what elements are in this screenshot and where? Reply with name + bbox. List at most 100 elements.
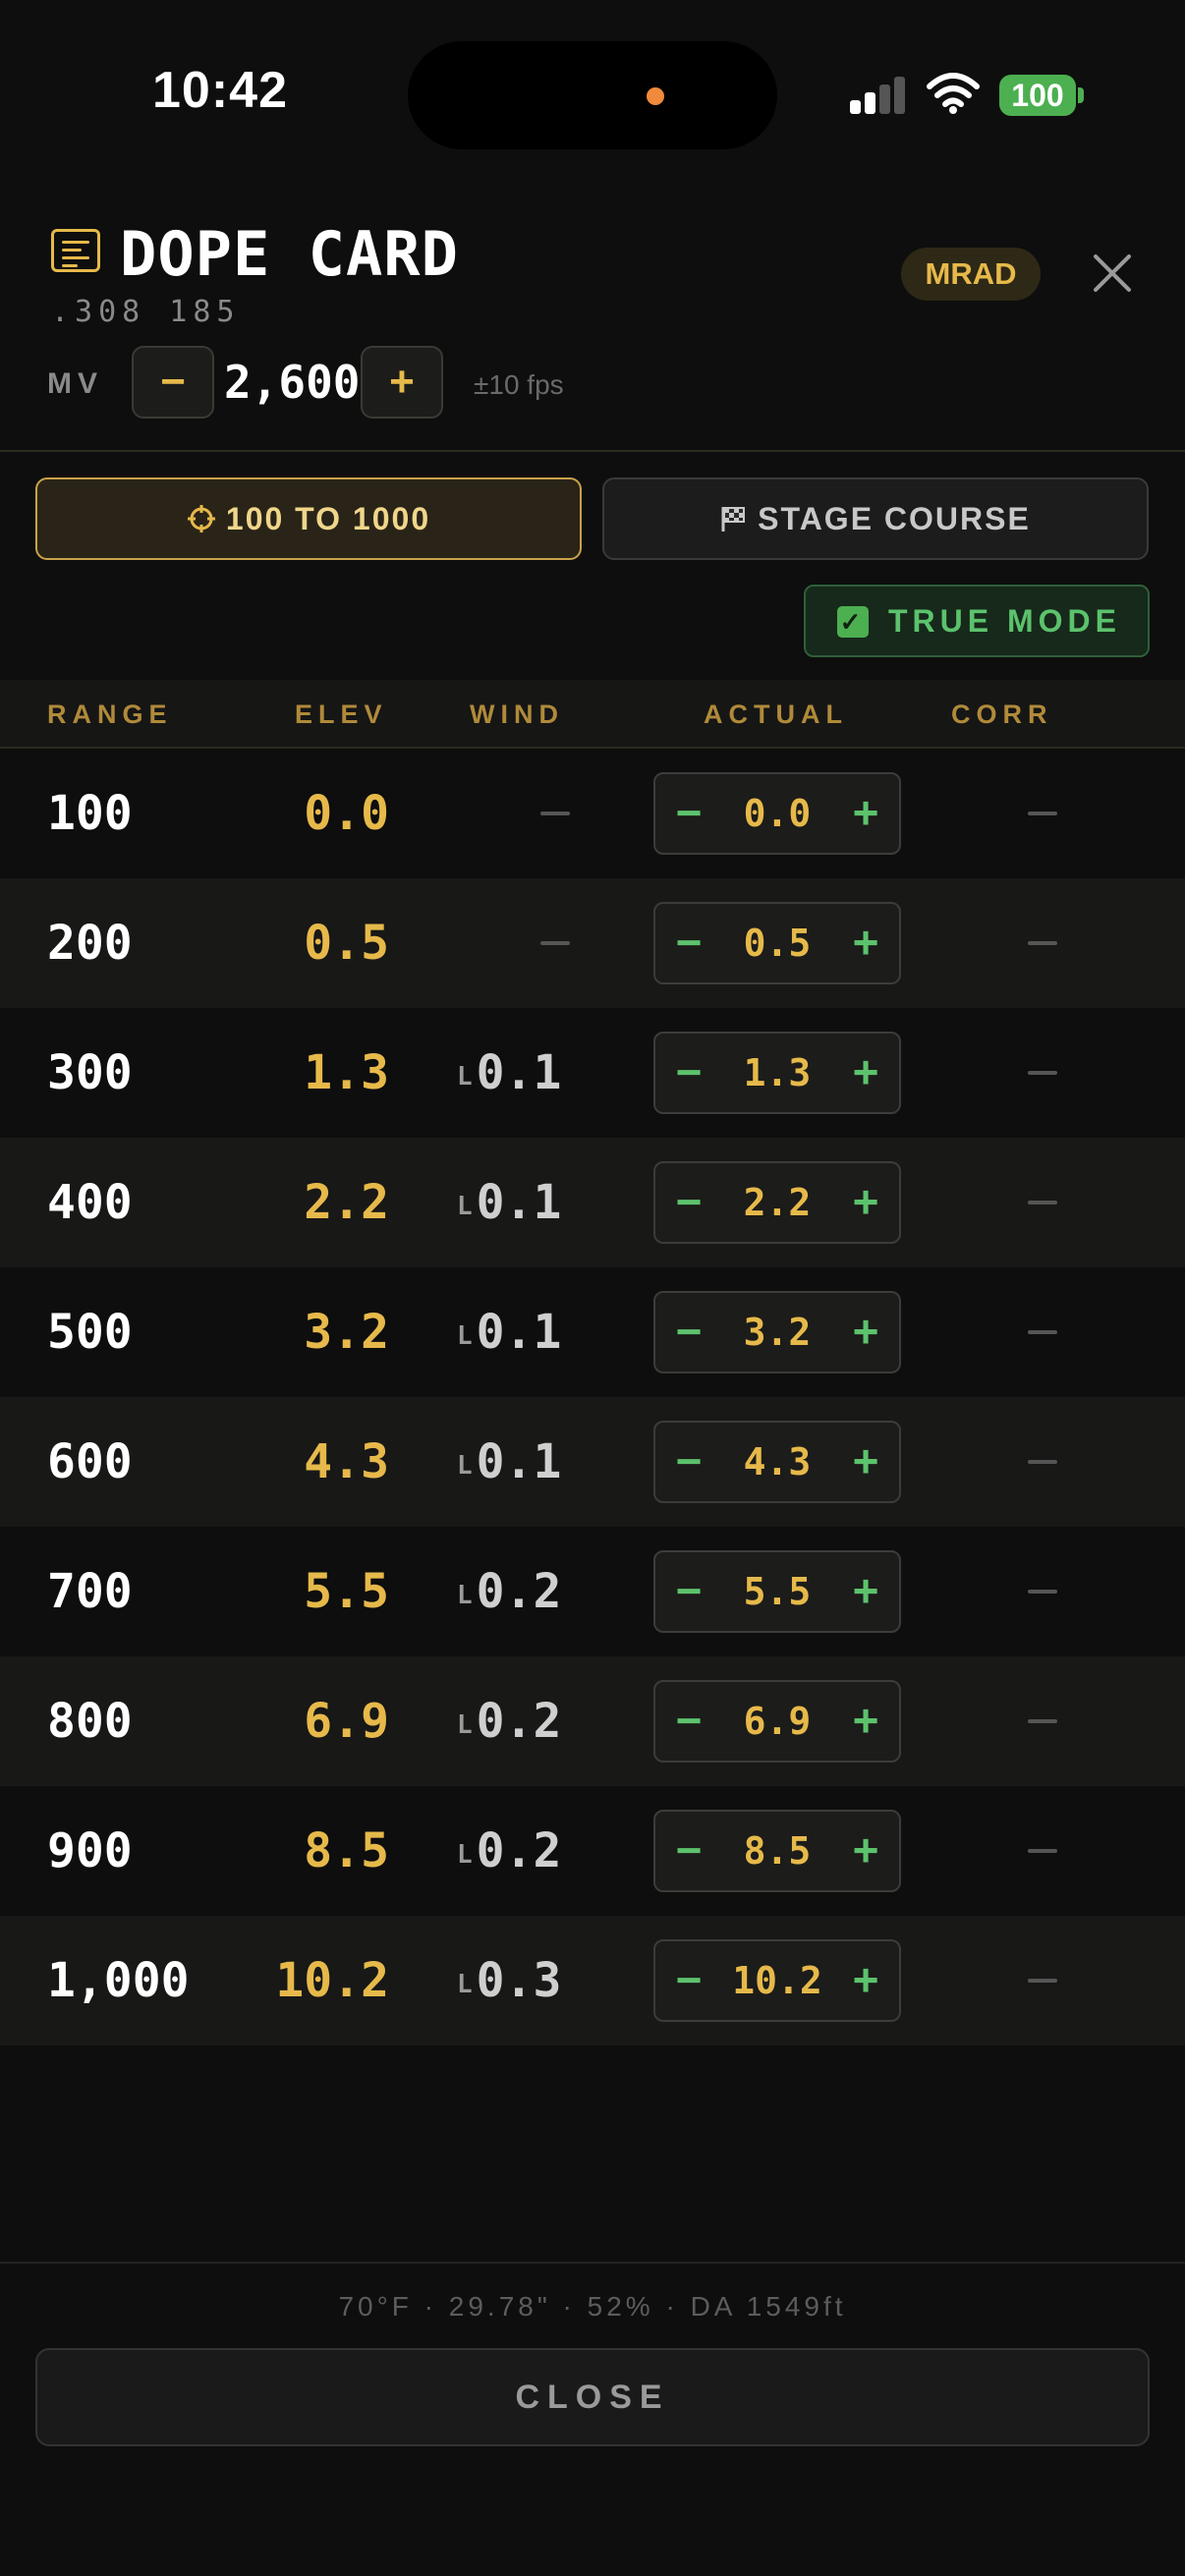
stage-course-button[interactable]: STAGE COURSE	[602, 477, 1149, 560]
close-button[interactable]: CLOSE	[35, 2348, 1150, 2446]
wind-cell: L0.1	[457, 1175, 575, 1230]
wind-empty-dash	[540, 812, 570, 815]
table-row: 500 3.2 L0.1−3.2 +	[0, 1267, 1185, 1397]
true-mode-toggle[interactable]: ✓ TRUE MODE	[804, 585, 1150, 657]
table-row: 600 4.3 L0.1−4.3 +	[0, 1397, 1185, 1527]
mv-value: 2,600	[224, 356, 361, 409]
corr-empty-dash	[1028, 1071, 1057, 1075]
actual-increment-button[interactable]: +	[836, 1163, 895, 1242]
actual-value: 8.5	[743, 1829, 812, 1873]
mv-tolerance-note: ±10 fps	[474, 369, 564, 400]
range-cell: 800	[47, 1694, 133, 1749]
table-row: 1,000 10.2 L0.3−10.2 +	[0, 1916, 1185, 2045]
wind-value: 0.2	[476, 1694, 562, 1749]
actual-decrement-button[interactable]: −	[659, 1293, 718, 1372]
actual-increment-button[interactable]: +	[836, 1552, 895, 1631]
col-elev: ELEV	[295, 700, 388, 729]
close-icon[interactable]	[1087, 248, 1138, 299]
actual-increment-button[interactable]: +	[836, 1812, 895, 1890]
actual-value: 3.2	[743, 1311, 812, 1354]
actual-decrement-button[interactable]: −	[659, 904, 718, 982]
status-time: 10:42	[152, 62, 288, 119]
signal-icon	[850, 77, 905, 114]
table-row: 100 0.0−0.0 +	[0, 749, 1185, 878]
actual-stepper: −5.5 +	[653, 1550, 901, 1633]
checkbox-icon: ✓	[837, 606, 869, 638]
col-actual: ACTUAL	[704, 700, 848, 729]
wind-empty-dash	[540, 941, 570, 945]
actual-value: 0.0	[743, 792, 812, 835]
wind-cell: L0.3	[457, 1953, 575, 2008]
corr-empty-dash	[1028, 1979, 1057, 1983]
col-corr: CORR	[951, 700, 1053, 729]
table-row: 700 5.5 L0.2−5.5 +	[0, 1527, 1185, 1656]
crosshair-icon	[187, 505, 215, 532]
wind-direction: L	[457, 1192, 473, 1221]
elev-cell: 2.2	[304, 1175, 389, 1230]
wind-direction: L	[457, 1062, 473, 1092]
elev-cell: 6.9	[304, 1694, 389, 1749]
actual-stepper: −1.3 +	[653, 1032, 901, 1114]
actual-decrement-button[interactable]: −	[659, 1552, 718, 1631]
wind-cell: L0.1	[457, 1305, 575, 1360]
actual-decrement-button[interactable]: −	[659, 1163, 718, 1242]
corr-empty-dash	[1028, 1590, 1057, 1594]
elev-cell: 5.5	[304, 1564, 389, 1619]
elev-cell: 3.2	[304, 1305, 389, 1360]
actual-decrement-button[interactable]: −	[659, 1812, 718, 1890]
conditions-readout: 70°F · 29.78" · 52% · DA 1549ft	[338, 2291, 847, 2322]
actual-increment-button[interactable]: +	[836, 904, 895, 982]
actual-increment-button[interactable]: +	[836, 1293, 895, 1372]
header-divider	[0, 450, 1185, 452]
actual-decrement-button[interactable]: −	[659, 1682, 718, 1761]
col-wind: WIND	[470, 700, 564, 729]
table-row: 300 1.3 L0.1−1.3 +	[0, 1008, 1185, 1138]
wind-value: 0.1	[476, 1175, 562, 1230]
unit-badge[interactable]: MRAD	[901, 248, 1041, 301]
cartridge-subtitle: .308 185	[51, 295, 241, 329]
wind-cell: L0.1	[457, 1045, 575, 1100]
actual-increment-button[interactable]: +	[836, 1682, 895, 1761]
actual-decrement-button[interactable]: −	[659, 774, 718, 853]
corr-empty-dash	[1028, 812, 1057, 815]
elev-cell: 0.0	[304, 786, 389, 841]
actual-value: 2.2	[743, 1181, 812, 1224]
actual-stepper: −3.2 +	[653, 1291, 901, 1373]
wind-value: 0.1	[476, 1305, 562, 1360]
wind-value: 0.2	[476, 1564, 562, 1619]
actual-stepper: −8.5 +	[653, 1810, 901, 1892]
mv-increment-button[interactable]: +	[361, 346, 443, 419]
actual-decrement-button[interactable]: −	[659, 1034, 718, 1112]
table-row: 800 6.9 L0.2−6.9 +	[0, 1656, 1185, 1786]
wind-cell: L0.2	[457, 1564, 575, 1619]
actual-increment-button[interactable]: +	[836, 1423, 895, 1501]
actual-decrement-button[interactable]: −	[659, 1423, 718, 1501]
actual-increment-button[interactable]: +	[836, 1941, 895, 2020]
wifi-icon	[927, 73, 980, 114]
mv-decrement-button[interactable]: −	[132, 346, 214, 419]
range-cell: 300	[47, 1045, 133, 1100]
wind-direction: L	[457, 1840, 473, 1870]
stage-course-label: STAGE COURSE	[758, 501, 1031, 536]
elev-cell: 10.2	[275, 1953, 389, 2008]
wind-direction: L	[457, 1321, 473, 1351]
camera-indicator-icon	[647, 87, 664, 105]
wind-value: 0.3	[476, 1953, 562, 2008]
document-icon	[51, 229, 100, 272]
wind-direction: L	[457, 1710, 473, 1740]
corr-empty-dash	[1028, 1719, 1057, 1723]
page-title: DOPE CARD	[120, 218, 459, 290]
actual-increment-button[interactable]: +	[836, 1034, 895, 1112]
actual-value: 6.9	[743, 1700, 812, 1743]
dynamic-island	[408, 41, 777, 149]
actual-value: 5.5	[743, 1570, 812, 1613]
actual-value: 0.5	[743, 922, 812, 965]
wind-value: 0.2	[476, 1823, 562, 1878]
flag-icon	[721, 507, 746, 532]
wind-cell: L0.1	[457, 1434, 575, 1489]
actual-decrement-button[interactable]: −	[659, 1941, 718, 2020]
range-mode-button[interactable]: 100 TO 1000	[35, 477, 582, 560]
actual-increment-button[interactable]: +	[836, 774, 895, 853]
corr-empty-dash	[1028, 941, 1057, 945]
range-cell: 600	[47, 1434, 133, 1489]
